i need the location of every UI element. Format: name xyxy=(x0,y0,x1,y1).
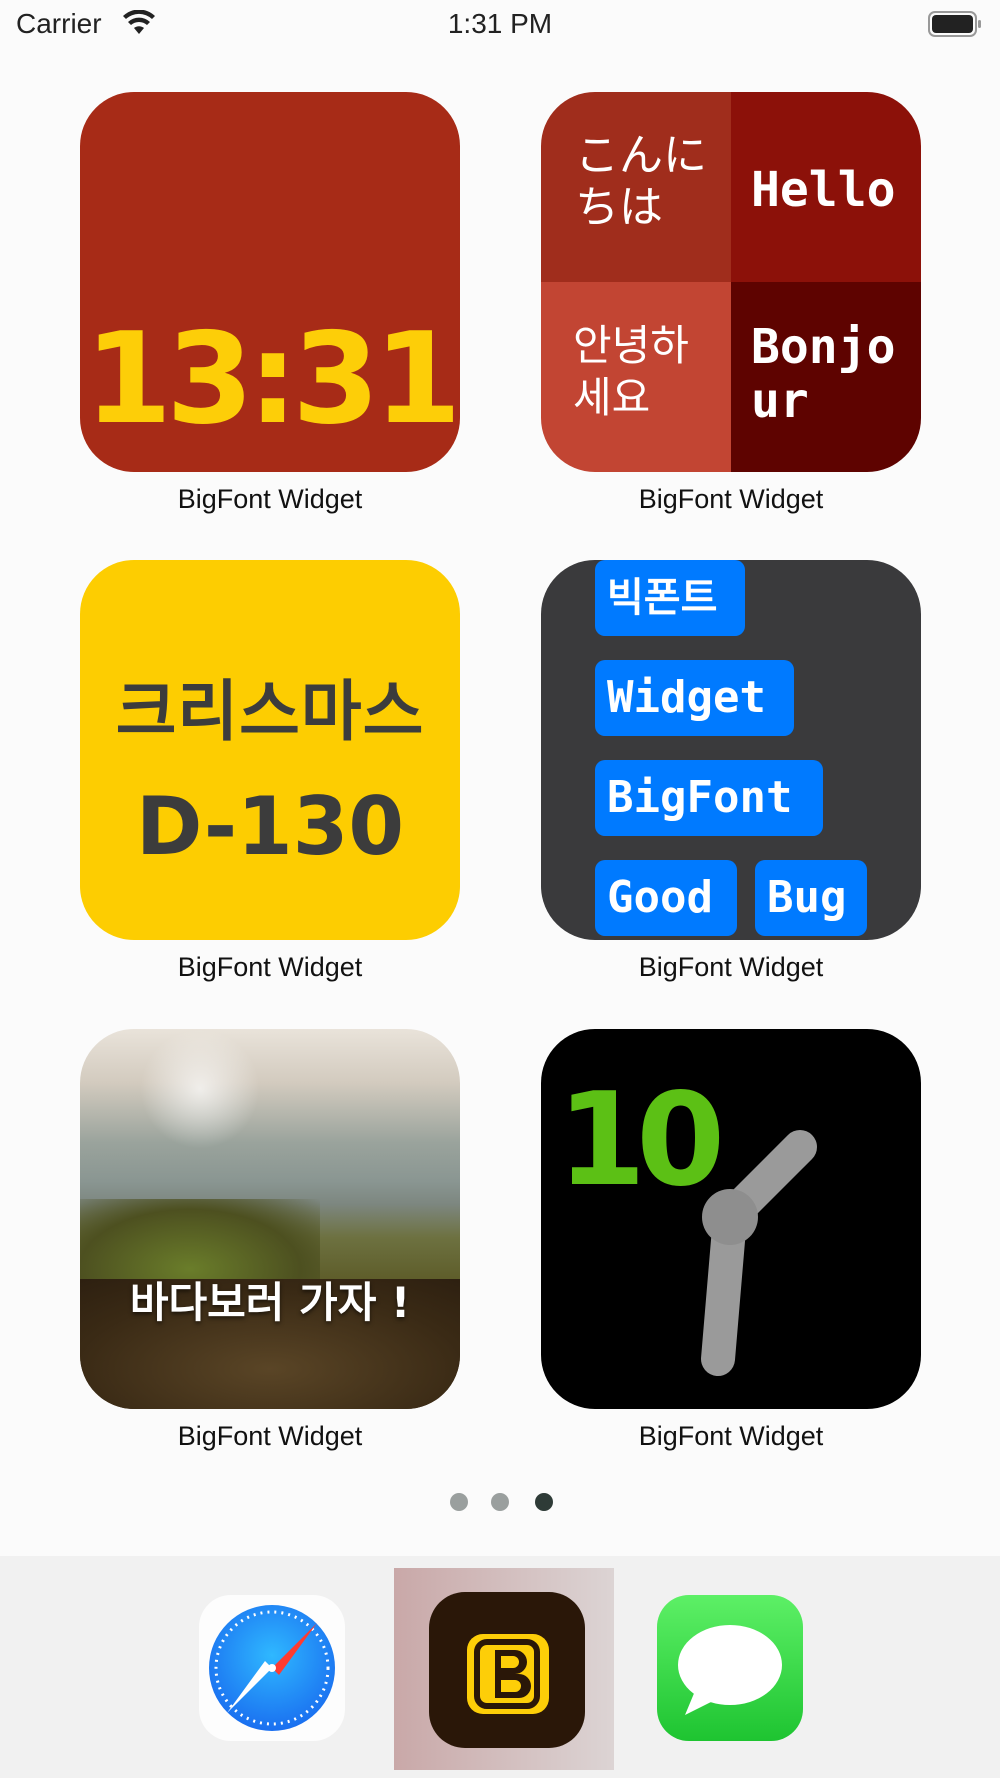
bigfont-app-icon[interactable] xyxy=(429,1592,585,1748)
photo-widget[interactable]: 바다보러 가자 ! xyxy=(80,1029,460,1409)
dday-title: 크리스마스 xyxy=(115,673,425,750)
widget-label: BigFont Widget xyxy=(177,952,363,982)
tag-item: Widget xyxy=(595,660,794,736)
dday-count: D-130 xyxy=(135,780,405,873)
greeting-japanese-line2: ちは xyxy=(575,182,663,233)
widget-label: BigFont Widget xyxy=(638,952,824,982)
page-dot[interactable] xyxy=(450,1493,468,1511)
greeting-french-line2: ur xyxy=(751,373,809,429)
tag-item: 빅폰트 xyxy=(595,560,745,636)
widget-label: BigFont Widget xyxy=(638,1421,824,1451)
photo-caption: 바다보러 가자 ! xyxy=(129,1278,411,1327)
greeting-english-text: Hello xyxy=(751,162,896,218)
greeting-english: Hello xyxy=(731,92,921,282)
analog-clock-widget[interactable]: 10 xyxy=(541,1029,921,1409)
messages-icon[interactable] xyxy=(657,1595,803,1741)
widget-label: BigFont Widget xyxy=(177,484,363,514)
waterfall-mist xyxy=(140,1029,260,1149)
tag-item: BigFont xyxy=(595,760,823,836)
page-dot[interactable] xyxy=(491,1493,509,1511)
greeting-korean: 안녕하 세요 xyxy=(541,282,731,472)
tag-item: Good xyxy=(595,860,737,936)
greeting-japanese-line1: こんに xyxy=(575,130,707,181)
widget-label: BigFont Widget xyxy=(638,484,824,514)
clock-hands-icon xyxy=(701,1130,817,1376)
clock-widget[interactable]: 13:31 xyxy=(80,92,460,472)
tags-widget[interactable]: 빅폰트 Widget BigFont Good Bug xyxy=(541,560,921,940)
dday-widget[interactable]: 크리스마스 D-130 xyxy=(80,560,460,940)
battery-icon xyxy=(928,11,981,37)
tag-item: Bug xyxy=(755,860,867,936)
status-bar: Carrier 1:31 PM xyxy=(0,0,1000,50)
greeting-french-line1: Bonjo xyxy=(751,319,896,375)
status-time: 1:31 PM xyxy=(447,8,553,39)
greeting-korean-line2: 세요 xyxy=(573,373,651,422)
safari-icon[interactable] xyxy=(199,1595,345,1741)
greetings-widget[interactable]: こんに ちは Hello 안녕하 세요 Bonjo ur xyxy=(541,92,921,472)
greeting-japanese: こんに ちは xyxy=(541,92,731,282)
page-dot-active[interactable] xyxy=(535,1493,553,1511)
greeting-french: Bonjo ur xyxy=(731,282,921,472)
greeting-korean-line1: 안녕하 xyxy=(573,321,689,370)
clock-time: 13:31 xyxy=(84,305,460,452)
widget-label: BigFont Widget xyxy=(177,1421,363,1451)
